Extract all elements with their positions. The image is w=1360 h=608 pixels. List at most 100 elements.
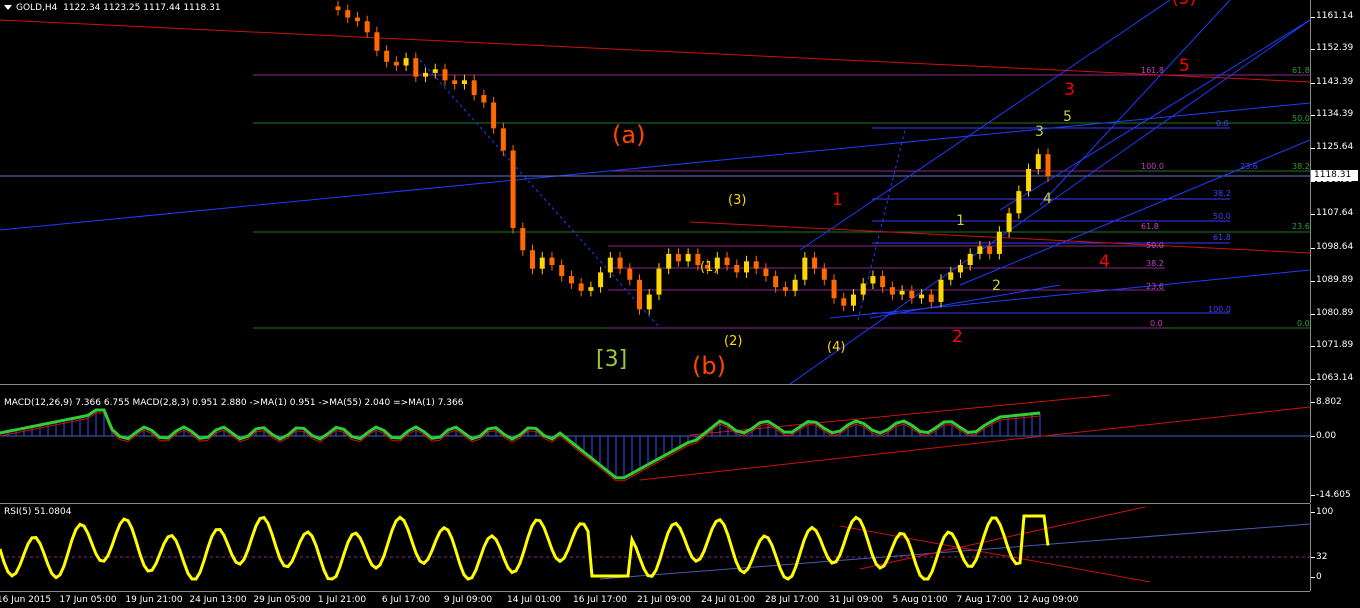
wave-label: (4) xyxy=(827,340,845,355)
wave-label: 3 xyxy=(1035,124,1044,140)
macd-scale: 8.802 0.00 -14.605 xyxy=(1310,385,1360,503)
price-chart-pane[interactable]: (a) (b) [3] (1) (2) (3) (4) 1 2 3 4 5 1 2 3 4 5 (5) 161.8… xyxy=(0,0,1310,385)
wave-label: 1 xyxy=(956,213,965,229)
candle-body xyxy=(549,257,555,266)
candle-body xyxy=(724,257,730,266)
candle-body xyxy=(481,95,487,103)
wave-label: 2 xyxy=(952,327,963,347)
candle-body xyxy=(753,261,759,269)
fib-level-text: 161.8 xyxy=(1141,66,1164,75)
wave-label: 2 xyxy=(992,278,1001,294)
candle-body xyxy=(491,102,497,129)
time-axis-label: 28 Jul 17:00 xyxy=(765,595,819,605)
candle-body xyxy=(393,61,399,66)
rsi-svg xyxy=(0,506,1310,583)
candle-body xyxy=(841,298,847,306)
time-axis-label: 19 Jun 21:00 xyxy=(125,595,183,605)
price-scale-label: 1152.39 xyxy=(1316,43,1354,53)
fib-level-text: 50.0 xyxy=(1292,114,1310,123)
candle-body xyxy=(870,276,876,284)
candle-body xyxy=(880,276,886,288)
candle-body xyxy=(782,287,788,291)
fib-level-text: 23.6 xyxy=(1292,222,1310,231)
time-axis-label: 24 Jul 01:00 xyxy=(701,595,755,605)
rsi-red-trendline-up xyxy=(859,506,1146,570)
time-axis-label: 5 Aug 01:00 xyxy=(892,595,948,605)
price-scale-label: 1107.64 xyxy=(1316,208,1354,218)
wave-label: (3) xyxy=(728,193,746,208)
fib-level-text: 0.0 xyxy=(1150,319,1163,328)
macd-pane[interactable]: MACD(12,26,9) 7.366 6.755 MACD(2,8,3) 0.… xyxy=(0,385,1310,504)
price-tick xyxy=(1311,248,1315,249)
macd-main-line xyxy=(0,408,1041,480)
candle-body xyxy=(967,253,973,266)
blue-fan-4 xyxy=(1039,0,1231,206)
blue-trendline-long xyxy=(0,102,1310,231)
wave-label: 5 xyxy=(1179,56,1190,76)
time-axis-label: 31 Jul 09:00 xyxy=(829,595,883,605)
price-scale-label: 1089.89 xyxy=(1316,275,1354,285)
ohlc-values: 1122.34 1123.25 1117.44 1118.31 xyxy=(63,3,221,13)
price-scale-label: 1098.64 xyxy=(1316,242,1354,252)
time-axis-label: 29 Jun 05:00 xyxy=(253,595,311,605)
candle-body xyxy=(413,58,419,77)
time-axis-label: 17 Jun 05:00 xyxy=(59,595,117,605)
candle-body xyxy=(539,257,545,269)
fib-level-text: 61.8 xyxy=(1292,66,1310,75)
price-tick xyxy=(1311,17,1315,18)
fib-level-text: 61.8 xyxy=(1141,222,1159,231)
candle-body xyxy=(987,246,993,254)
macd-signal-line xyxy=(0,412,1041,482)
candle-body xyxy=(364,21,370,33)
fib-level-text: 0.0 xyxy=(1297,319,1310,328)
wave-label: 1 xyxy=(832,190,843,210)
candle-body xyxy=(452,80,458,85)
candle-body xyxy=(743,261,749,273)
candle-body xyxy=(802,257,808,280)
candle-body xyxy=(938,279,944,302)
time-axis-label: 16 Jun 2015 xyxy=(0,595,52,605)
macd-histogram xyxy=(0,410,1041,478)
time-axis[interactable]: 16 Jun 2015 17 Jun 05:00 19 Jun 21:00 24 Ju… xyxy=(0,592,1310,608)
time-axis-label: 16 Jul 17:00 xyxy=(573,595,627,605)
blue-dashed-curve xyxy=(419,59,661,329)
fib-level-text: 0.0 xyxy=(1216,119,1229,128)
fib-level-text: 23.6 xyxy=(1146,282,1164,291)
time-axis-label: 1 Jul 21:00 xyxy=(317,595,367,605)
time-axis-label: 9 Jul 09:00 xyxy=(443,595,493,605)
price-tick xyxy=(1311,281,1315,282)
time-axis-label: 7 Aug 17:00 xyxy=(956,595,1012,605)
candle-body xyxy=(335,6,341,11)
wave-label: 3 xyxy=(1064,80,1075,100)
price-scale-label: 1143.39 xyxy=(1316,77,1354,87)
candle-body xyxy=(598,272,604,288)
wave-label: 5 xyxy=(1063,109,1072,125)
macd-scale-zero: 0.00 xyxy=(1316,431,1337,441)
price-tick xyxy=(1311,214,1315,215)
price-tick xyxy=(1311,49,1315,50)
red-trendline-top xyxy=(0,19,1310,83)
candle-body xyxy=(1035,154,1041,169)
rsi-red-trendline-down xyxy=(839,525,1151,583)
candle-body xyxy=(530,250,536,269)
price-scale[interactable]: 1161.141152.391143.391134.391125.641116.… xyxy=(1310,0,1360,384)
price-tick xyxy=(1311,379,1315,380)
candle-body xyxy=(919,294,925,299)
candle-body xyxy=(734,265,740,273)
rsi-pane[interactable]: RSI(5) 51.0804 xyxy=(0,504,1310,592)
candle-body xyxy=(500,128,506,151)
candle-body xyxy=(442,69,448,81)
candle-body xyxy=(461,80,467,85)
candle-body xyxy=(675,253,681,262)
candle-body xyxy=(471,80,477,96)
candle-body xyxy=(432,69,438,73)
candle-body xyxy=(656,268,662,295)
candle-body xyxy=(520,228,526,251)
symbol-label: GOLD,H4 xyxy=(16,3,58,13)
dropdown-arrow-icon[interactable] xyxy=(4,5,12,10)
candle-body xyxy=(928,294,934,302)
macd-scale-top: 8.802 xyxy=(1316,397,1342,407)
price-scale-label: 1063.14 xyxy=(1316,373,1354,383)
fib-level-text: 23.6 xyxy=(1240,162,1258,171)
candle-body xyxy=(374,32,380,51)
